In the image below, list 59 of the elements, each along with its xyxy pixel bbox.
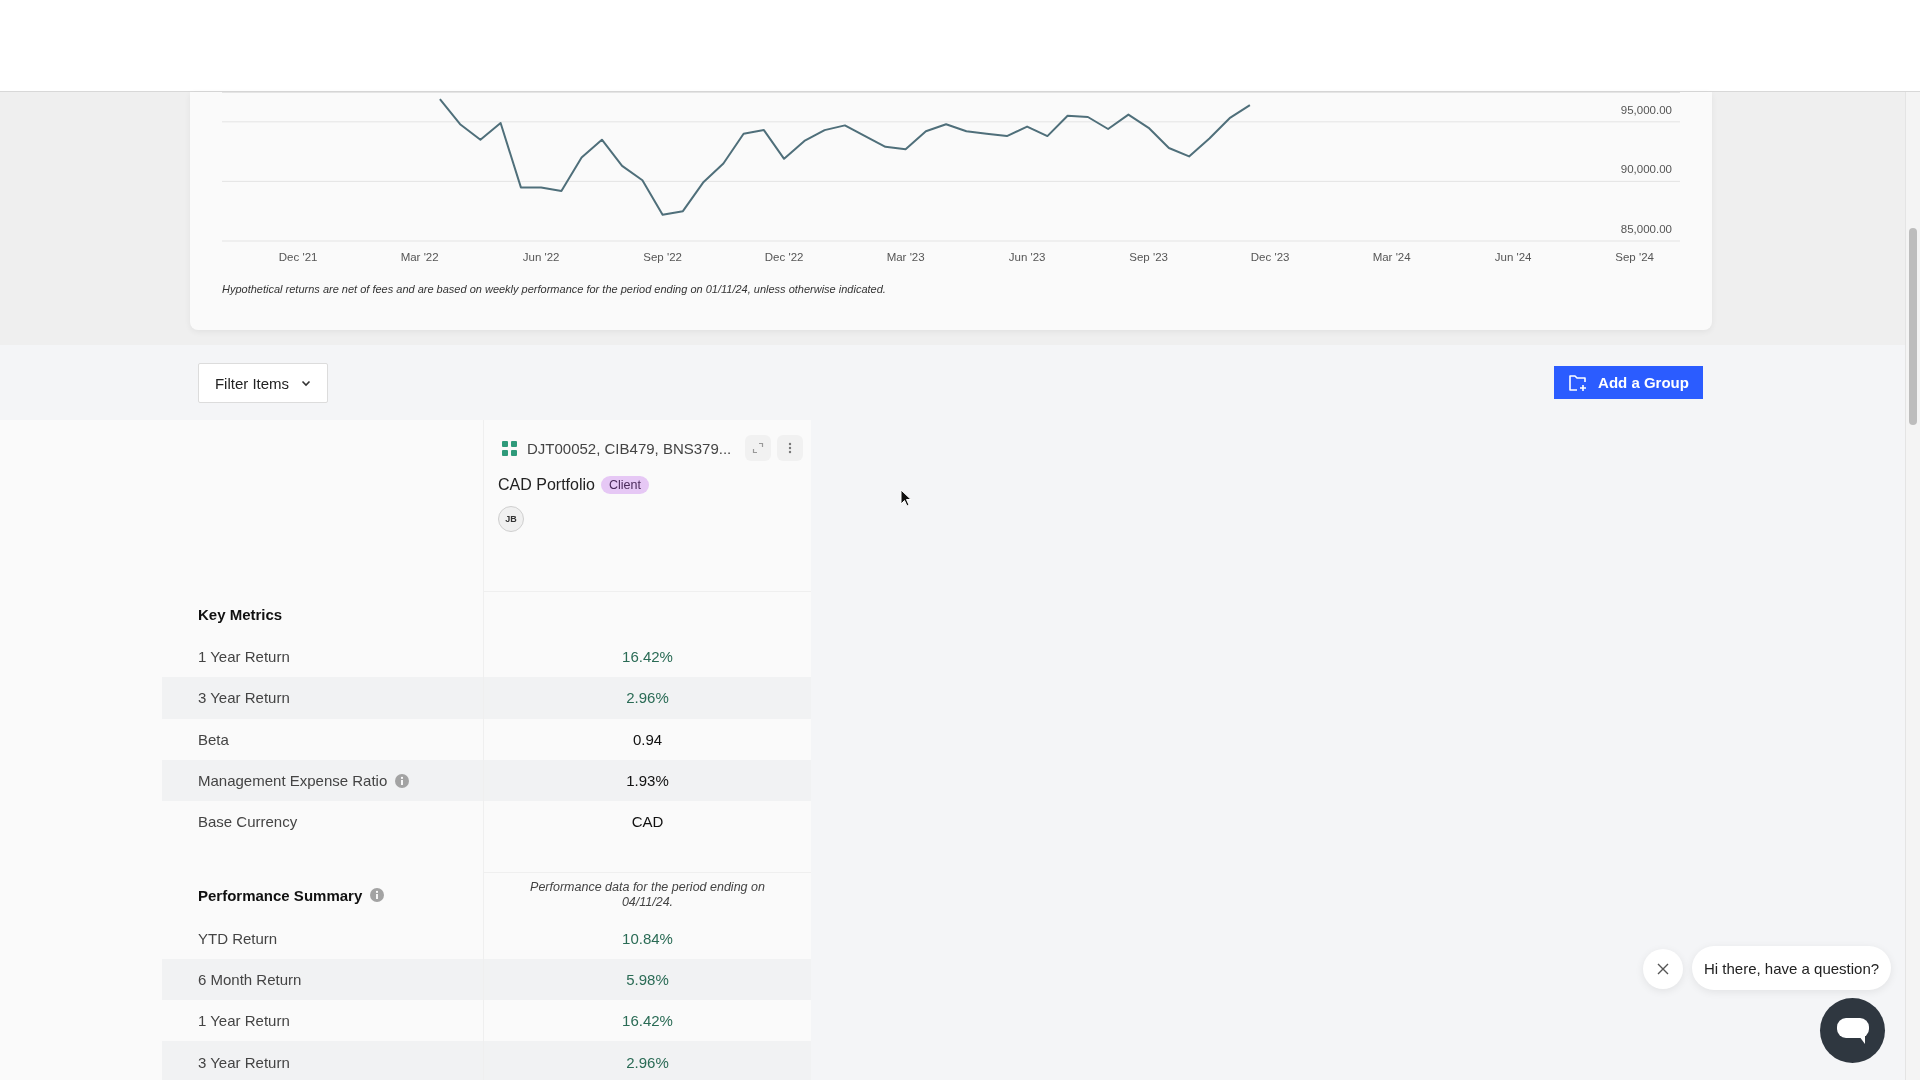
expand-button[interactable] (745, 435, 771, 461)
metric-value: 0.94 (632, 730, 663, 748)
vertical-dots-icon (788, 442, 792, 454)
close-button[interactable] (1643, 949, 1683, 989)
x-axis-label: Jun '24 (1494, 251, 1532, 263)
metric-label: 3 Year Return (198, 689, 290, 707)
account-list: DJT00052, CIB479, BNS379... (527, 439, 739, 457)
info-icon[interactable] (395, 773, 410, 788)
metric-value: 16.42% (622, 648, 673, 666)
metric-label: Base Currency (198, 813, 298, 831)
filter-dropdown[interactable]: Filter Items (198, 363, 328, 403)
info-icon[interactable] (370, 888, 385, 903)
close-icon (1656, 962, 1670, 976)
metric-value: 5.98% (626, 970, 669, 988)
x-axis-label: Jun '22 (522, 251, 560, 263)
metric-value: 1.93% (626, 772, 669, 790)
x-axis-label: Jun '23 (1008, 251, 1046, 263)
x-axis-label: Dec '23 (1250, 251, 1290, 263)
pointer-cursor-icon (900, 489, 912, 507)
folder-plus-icon (1568, 373, 1589, 392)
add-group-button[interactable]: Add a Group (1554, 366, 1703, 399)
y-axis-label: 90,000.00 (1620, 163, 1672, 176)
metric-value: 16.42% (622, 1012, 673, 1030)
portfolio-name: CAD Portfolio (498, 476, 595, 494)
y-axis-label: 85,000.00 (1620, 223, 1672, 235)
chart-footnote: Hypothetical returns are net of fees and are based on weekly performance for the period ending on 01/11/24, unless otherwise indicated. (222, 283, 887, 295)
x-axis-label: Mar '24 (1372, 251, 1411, 263)
performance-note: Performance data for the period ending on 04/11/24. (529, 879, 766, 912)
more-options-button[interactable] (777, 435, 803, 461)
x-axis-label: Mar '23 (886, 251, 925, 263)
x-axis-label: Sep '22 (643, 251, 682, 263)
x-axis-label: Sep '23 (1129, 251, 1168, 263)
x-axis-label: Dec '22 (764, 251, 804, 263)
metric-label: YTD Return (198, 929, 278, 947)
metric-label: 6 Month Return (198, 970, 302, 988)
section-title: Performance Summary (198, 887, 363, 904)
section-title: Key Metrics (198, 605, 283, 623)
metric-label: 3 Year Return (198, 1053, 290, 1071)
metric-label: 1 Year Return (198, 648, 290, 666)
user-avatar: JB (498, 506, 524, 532)
chat-message[interactable]: Hi there, have a question? (1692, 946, 1892, 990)
x-axis-label: Dec '21 (278, 251, 318, 263)
client-tag: Client (600, 476, 649, 494)
metric-label: 1 Year Return (198, 1012, 290, 1030)
scrollbar-thumb[interactable] (1909, 228, 1917, 425)
metric-value: CAD (631, 813, 664, 831)
x-axis-label: Mar '22 (400, 251, 439, 263)
metric-value: 2.96% (626, 1053, 669, 1071)
metric-value: 10.84% (622, 929, 673, 947)
chevron-down-icon (301, 379, 312, 387)
scrollbar[interactable] (1905, 92, 1920, 1080)
expand-icon (752, 442, 764, 454)
metric-value: 2.96% (626, 689, 669, 707)
y-axis-label: 95,000.00 (1620, 103, 1672, 116)
grid-icon (502, 440, 517, 456)
metric-label: Beta (198, 730, 229, 748)
metric-label: Management Expense Ratio (198, 772, 388, 790)
x-axis-label: Sep '24 (1615, 251, 1654, 263)
speech-bubble-icon (1834, 1015, 1871, 1046)
